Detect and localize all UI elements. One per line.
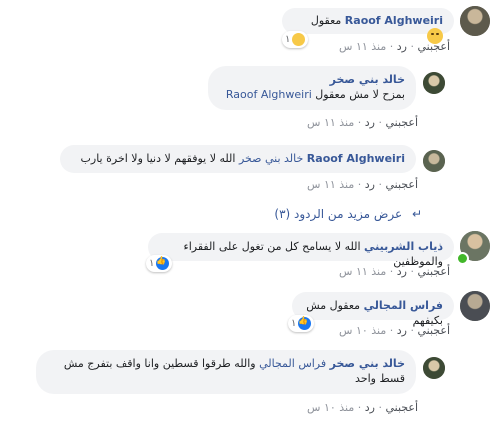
- like-action[interactable]: أعجبني: [385, 116, 418, 129]
- like-action[interactable]: أعجبني: [385, 178, 418, 191]
- reaction-badge[interactable]: ١: [282, 31, 309, 48]
- reply-action[interactable]: رد: [365, 116, 375, 129]
- comment-text: الله لا يوفقهم لا دنيا ولا اخرة يارب: [80, 152, 236, 165]
- comment-author[interactable]: خالد بني صخر: [330, 73, 405, 86]
- reply-action[interactable]: رد: [365, 401, 375, 414]
- reply-action[interactable]: رد: [397, 40, 407, 53]
- comment-meta: أعجبني · رد · منذ ١١ س: [307, 116, 418, 129]
- comment-bubble: ذياب الشربيني الله لا يسامح كل من تغول ع…: [148, 233, 454, 268]
- comment-author[interactable]: Raoof Alghweiri: [345, 14, 443, 27]
- reply-action[interactable]: رد: [365, 178, 375, 191]
- comment-bubble: خالد بني صخر بمزح لا مش معقول Raoof Algh…: [208, 66, 416, 110]
- comment-author[interactable]: Raoof Alghweiri: [307, 152, 405, 165]
- timestamp[interactable]: منذ ١١ س: [307, 116, 354, 129]
- avatar[interactable]: [423, 150, 445, 172]
- comment-meta: أعجبني · رد · منذ ١٠ س: [307, 401, 418, 414]
- online-status-icon: [456, 252, 469, 265]
- timestamp[interactable]: منذ ١١ س: [307, 178, 354, 191]
- comment-text: معقول: [310, 14, 342, 27]
- timestamp[interactable]: منذ ١١ س: [339, 265, 386, 278]
- comment-meta: أعجبني · رد · منذ ١١ س: [339, 40, 450, 53]
- reaction-count: ١: [291, 318, 297, 329]
- laugh-reaction-icon: [292, 33, 306, 46]
- avatar[interactable]: [423, 72, 445, 94]
- comment-meta: أعجبني · رد · منذ ١١ س: [307, 178, 418, 191]
- comment-author[interactable]: ذياب الشربيني: [364, 240, 443, 253]
- comment-bubble: Raoof Alghweiri خالد بني صخر الله لا يوف…: [60, 145, 416, 173]
- comment-author[interactable]: فراس المجالي: [364, 299, 443, 312]
- reply-action[interactable]: رد: [397, 324, 407, 337]
- comment-bubble: Raoof Alghweiri معقول: [282, 8, 454, 44]
- reaction-count: ١: [149, 258, 155, 269]
- like-action[interactable]: أعجبني: [417, 40, 450, 53]
- avatar[interactable]: [423, 357, 445, 379]
- mention-link[interactable]: Raoof Alghweiri: [226, 88, 312, 101]
- like-action[interactable]: أعجبني: [417, 265, 450, 278]
- avatar[interactable]: [460, 291, 490, 321]
- comment-meta: أعجبني · رد · منذ ١٠ س: [339, 324, 450, 337]
- reply-arrow-icon: ↵: [411, 207, 422, 221]
- reaction-badge[interactable]: ١: [288, 315, 315, 332]
- view-more-replies-link[interactable]: ↵ عرض مزيد من الردود (٣): [274, 207, 422, 221]
- comment-bubble: فراس المجالي معقول مش بكيفهم: [292, 292, 454, 327]
- comment-bubble: خالد بني صخر فراس المجالي والله طرقوا قس…: [36, 350, 416, 394]
- comment-author[interactable]: خالد بني صخر: [330, 357, 405, 370]
- avatar[interactable]: [460, 6, 490, 36]
- mention-link[interactable]: فراس المجالي: [259, 357, 326, 370]
- timestamp[interactable]: منذ ١٠ س: [339, 324, 386, 337]
- like-reaction-icon: [298, 316, 312, 330]
- reaction-badge[interactable]: ١: [146, 255, 173, 272]
- comment-meta: أعجبني · رد · منذ ١١ س: [339, 265, 450, 278]
- comment-text: بمزح لا مش معقول: [315, 88, 405, 101]
- reaction-count: ١: [285, 34, 291, 45]
- timestamp[interactable]: منذ ١١ س: [339, 40, 386, 53]
- like-reaction-icon: [156, 256, 170, 270]
- mention-link[interactable]: خالد بني صخر: [239, 152, 303, 165]
- timestamp[interactable]: منذ ١٠ س: [307, 401, 354, 414]
- like-action[interactable]: أعجبني: [417, 324, 450, 337]
- like-action[interactable]: أعجبني: [385, 401, 418, 414]
- reply-action[interactable]: رد: [397, 265, 407, 278]
